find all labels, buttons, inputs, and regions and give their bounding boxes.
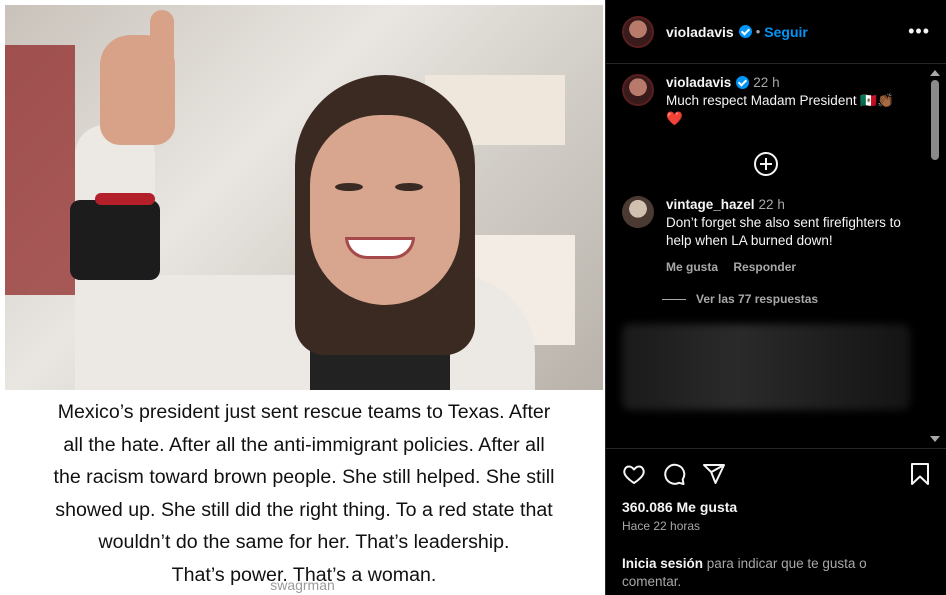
comment-username[interactable]: vintage_hazel — [666, 197, 755, 212]
blurred-comment — [622, 324, 910, 410]
verified-icon — [736, 76, 750, 89]
login-prompt: Inicia sesión para indicar que te gusta … — [622, 555, 922, 591]
comment-icon[interactable] — [662, 462, 686, 491]
share-icon[interactable] — [702, 462, 726, 491]
comment-time: 22 h — [758, 197, 785, 212]
scrollbar[interactable] — [930, 64, 940, 448]
comment-item: vintage_hazel 22 h Don’t forget she also … — [606, 196, 926, 276]
watermark: swagrman — [270, 577, 335, 593]
avatar[interactable] — [622, 74, 654, 106]
scroll-thumb[interactable] — [931, 80, 939, 160]
scroll-up-arrow[interactable] — [930, 70, 940, 76]
plus-circle-icon[interactable] — [754, 152, 778, 176]
heart-icon[interactable] — [622, 462, 646, 491]
comment-text: Much respect Madam President 🇲🇽👏🏾 — [666, 93, 894, 108]
view-replies-label: Ver las 77 respuestas — [696, 292, 819, 306]
post-caption: Mexico’s president just sent rescue team… — [5, 392, 603, 591]
post-photo — [5, 5, 603, 390]
avatar[interactable] — [622, 15, 654, 48]
comment-item: violadavis 22 h Much respect Madam Presid… — [606, 64, 926, 128]
bookmark-icon[interactable] — [909, 462, 931, 491]
comment-username[interactable]: violadavis — [666, 75, 731, 90]
post-header: violadavis • Seguir ••• — [606, 0, 946, 64]
post-actions: 360.086 Me gusta Hace 22 horas — [606, 448, 946, 533]
separator-dot: • — [755, 24, 761, 39]
post-time: Hace 22 horas — [622, 519, 701, 533]
post-side-panel: violadavis • Seguir ••• violadavis 22 h M… — [605, 0, 946, 595]
view-replies-button[interactable]: Ver las 77 respuestas — [662, 292, 926, 306]
comments-list[interactable]: violadavis 22 h Much respect Madam Presid… — [606, 64, 926, 448]
caption-line: Mexico’s president just sent rescue team… — [57, 401, 551, 423]
scroll-down-arrow[interactable] — [930, 436, 940, 442]
comment-text-emoji: ❤️ — [666, 111, 683, 126]
caption-line: wouldn’t do the same for her. That’s lea… — [98, 531, 510, 553]
comment-time: 22 h — [753, 75, 780, 90]
comment-text: Don’t forget she also sent firefighters … — [666, 215, 901, 248]
follow-button[interactable]: Seguir — [764, 24, 808, 40]
divider — [662, 298, 686, 300]
login-link[interactable]: Inicia sesión — [622, 556, 703, 571]
load-more — [606, 152, 926, 176]
caption-line: showed up. She still did the right thing… — [55, 498, 553, 521]
post-media: Mexico’s president just sent rescue team… — [0, 0, 605, 595]
author-username[interactable]: violadavis — [666, 24, 734, 40]
avatar[interactable] — [622, 196, 654, 228]
caption-line: all the hate. After all the anti-immigra… — [63, 433, 545, 456]
like-comment-button[interactable]: Me gusta — [666, 260, 718, 274]
reply-button[interactable]: Responder — [733, 260, 796, 274]
verified-icon — [738, 25, 752, 38]
likes-count[interactable]: 360.086 Me gusta — [622, 499, 931, 515]
caption-line: the racism toward brown people. She stil… — [53, 466, 555, 488]
more-icon[interactable]: ••• — [908, 21, 930, 42]
